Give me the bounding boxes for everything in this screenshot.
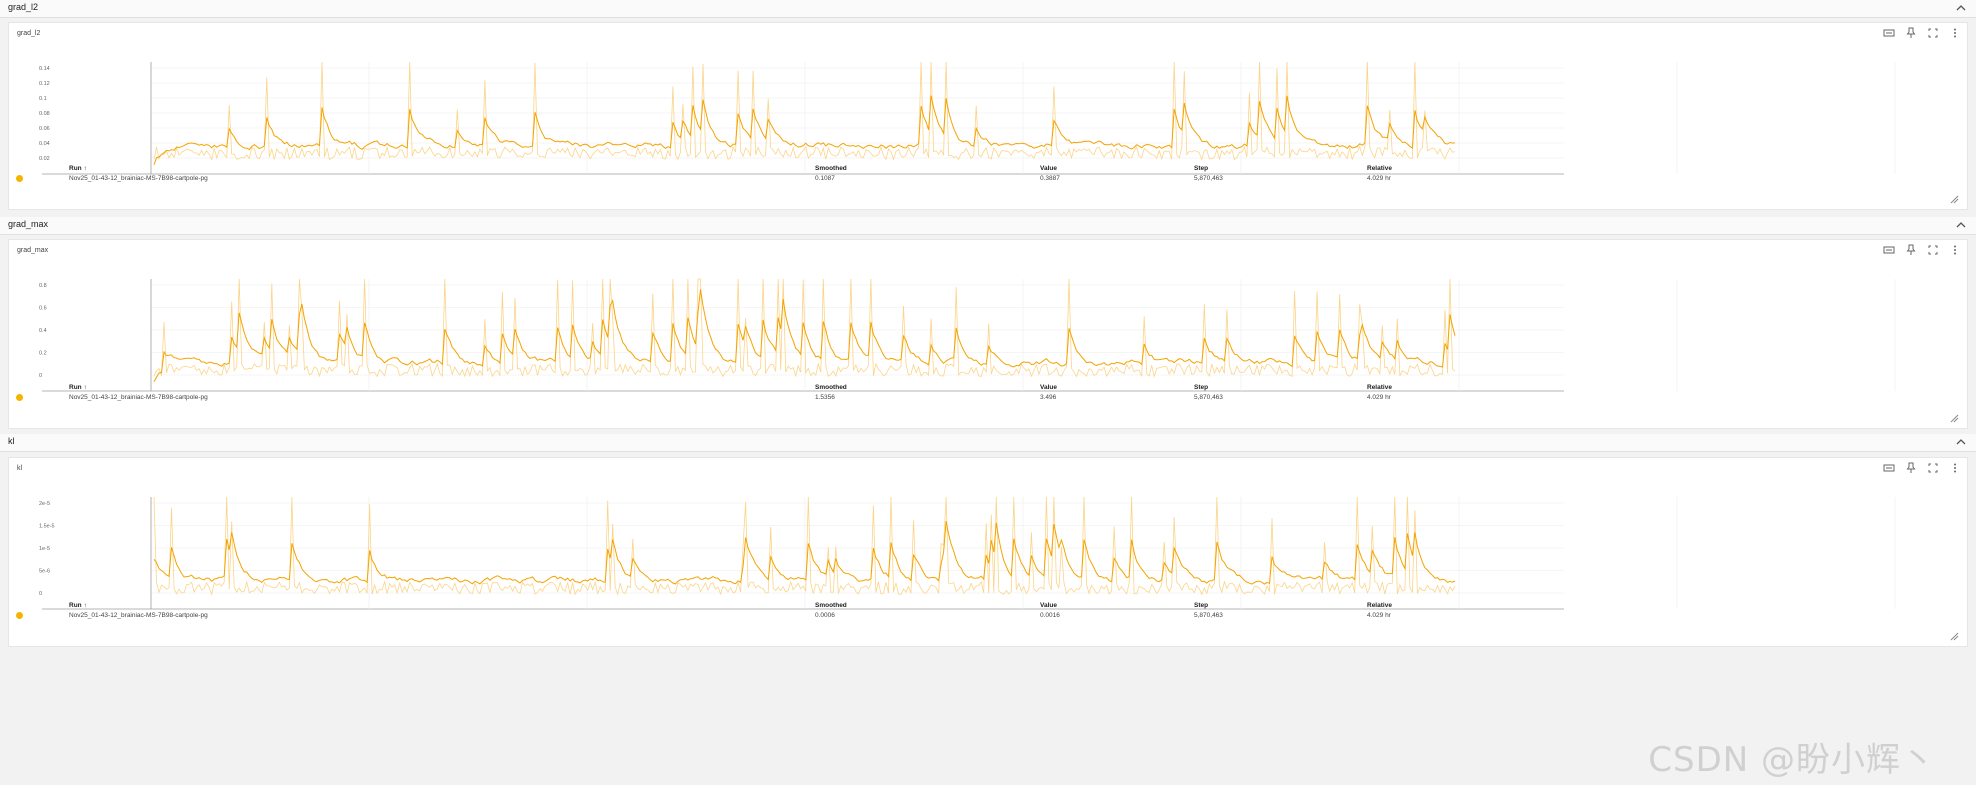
card-toolbar (1883, 244, 1961, 256)
chart-card: grad_max 0.80.60.40.200500k1M1.5M2M2.5M3… (8, 239, 1968, 429)
fullscreen-icon[interactable] (1927, 244, 1939, 256)
watermark: CSDN @盼小辉丶 (1648, 740, 1936, 780)
raw-series-line (153, 496, 1456, 596)
y-tick-label: 0.14 (39, 66, 50, 72)
legend-header-relative[interactable]: Relative (1367, 602, 1392, 609)
run-name: Nov25_01-43-12_brainiac-MS-7B98-cartpole… (69, 612, 208, 619)
y-tick-label: 1.5e-5 (39, 524, 55, 530)
y-tick-label: 0 (39, 591, 42, 597)
fullscreen-icon[interactable] (1927, 462, 1939, 474)
y-tick-label: 2e-5 (39, 501, 50, 507)
run-color-dot (16, 612, 23, 619)
legend-header-relative[interactable]: Relative (1367, 384, 1392, 391)
y-tick-label: 5e-6 (39, 569, 50, 575)
fit-domain-icon[interactable] (1883, 462, 1895, 474)
legend-header-run[interactable]: Run ↑ (69, 165, 87, 172)
resize-handle-icon[interactable] (1950, 632, 1959, 641)
smoothed-series-line (153, 95, 1455, 165)
legend-header-smoothed[interactable]: Smoothed (815, 602, 847, 609)
step: 5,870,463 (1194, 612, 1223, 619)
more-vert-icon[interactable] (1949, 462, 1961, 474)
run-name: Nov25_01-43-12_brainiac-MS-7B98-cartpole… (69, 394, 208, 401)
y-tick-label: 0.08 (39, 111, 50, 117)
legend-header-smoothed[interactable]: Smoothed (815, 384, 847, 391)
y-tick-label: 0.04 (39, 141, 50, 147)
group-title: grad_max (8, 219, 49, 229)
fit-domain-icon[interactable] (1883, 27, 1895, 39)
legend-header-run[interactable]: Run ↑ (69, 384, 87, 391)
card-title: grad_l2 (17, 30, 41, 37)
group-title: kl (8, 436, 15, 446)
line-chart[interactable]: 0.140.120.10.080.060.040.020500k1M1.5M2M… (34, 45, 1969, 175)
y-tick-label: 1e-5 (39, 546, 50, 552)
legend-header-relative[interactable]: Relative (1367, 165, 1392, 172)
smoothed-value: 1.5356 (815, 394, 835, 401)
line-chart[interactable]: 0.80.60.40.200500k1M1.5M2M2.5M3M3.5M4M4.… (34, 262, 1969, 392)
y-tick-label: 0.4 (39, 328, 47, 334)
card-title: grad_max (17, 247, 49, 254)
pin-icon[interactable] (1905, 244, 1917, 256)
pin-icon[interactable] (1905, 462, 1917, 474)
smoothed-series-line (153, 521, 1456, 585)
chart-card: grad_l2 0.140.120.10.080.060.040.020500k… (8, 22, 1968, 210)
value: 0.0016 (1040, 612, 1060, 619)
pin-icon[interactable] (1905, 27, 1917, 39)
card-title: kl (17, 465, 23, 472)
legend-header-run[interactable]: Run ↑ (69, 602, 87, 609)
legend-header-value[interactable]: Value (1040, 384, 1057, 391)
smoothed-value: 0.1087 (815, 175, 835, 182)
chart-card: kl 2e-51.5e-51e-55e-600500k1M1.5M2M2.5M3… (8, 457, 1968, 647)
legend-header-step[interactable]: Step (1194, 602, 1208, 609)
step: 5,870,463 (1194, 394, 1223, 401)
chevron-up-icon[interactable] (1954, 218, 1968, 232)
legend-header-smoothed[interactable]: Smoothed (815, 165, 847, 172)
run-name: Nov25_01-43-12_brainiac-MS-7B98-cartpole… (69, 175, 208, 182)
line-chart[interactable]: 2e-51.5e-51e-55e-600500k1M1.5M2M2.5M3M3.… (34, 480, 1969, 610)
value: 0.3887 (1040, 175, 1060, 182)
run-color-dot (16, 394, 23, 401)
more-vert-icon[interactable] (1949, 27, 1961, 39)
legend-header-value[interactable]: Value (1040, 602, 1057, 609)
relative-time: 4.029 hr (1367, 394, 1391, 401)
group-header[interactable]: grad_max (0, 217, 1976, 235)
smoothed-value: 0.0006 (815, 612, 835, 619)
legend-header-step[interactable]: Step (1194, 384, 1208, 391)
chevron-up-icon[interactable] (1954, 1, 1968, 15)
y-tick-label: 0.2 (39, 351, 47, 357)
chevron-up-icon[interactable] (1954, 435, 1968, 449)
fullscreen-icon[interactable] (1927, 27, 1939, 39)
legend-header-value[interactable]: Value (1040, 165, 1057, 172)
y-tick-label: 0.6 (39, 306, 47, 312)
group-header[interactable]: grad_l2 (0, 0, 1976, 18)
card-toolbar (1883, 462, 1961, 474)
y-tick-label: 0.06 (39, 126, 50, 132)
resize-handle-icon[interactable] (1950, 414, 1959, 423)
value: 3.496 (1040, 394, 1057, 401)
group-title: grad_l2 (8, 2, 39, 12)
y-tick-label: 0.02 (39, 156, 50, 162)
fit-domain-icon[interactable] (1883, 244, 1895, 256)
y-tick-label: 0.8 (39, 283, 47, 289)
card-toolbar (1883, 27, 1961, 39)
run-color-dot (16, 175, 23, 182)
resize-handle-icon[interactable] (1950, 195, 1959, 204)
y-tick-label: 0.12 (39, 81, 50, 87)
relative-time: 4.029 hr (1367, 612, 1391, 619)
y-tick-label: 0 (39, 373, 42, 379)
step: 5,870,463 (1194, 175, 1223, 182)
group-header[interactable]: kl (0, 434, 1976, 452)
legend-header-step[interactable]: Step (1194, 165, 1208, 172)
more-vert-icon[interactable] (1949, 244, 1961, 256)
relative-time: 4.029 hr (1367, 175, 1391, 182)
y-tick-label: 0.1 (39, 96, 47, 102)
